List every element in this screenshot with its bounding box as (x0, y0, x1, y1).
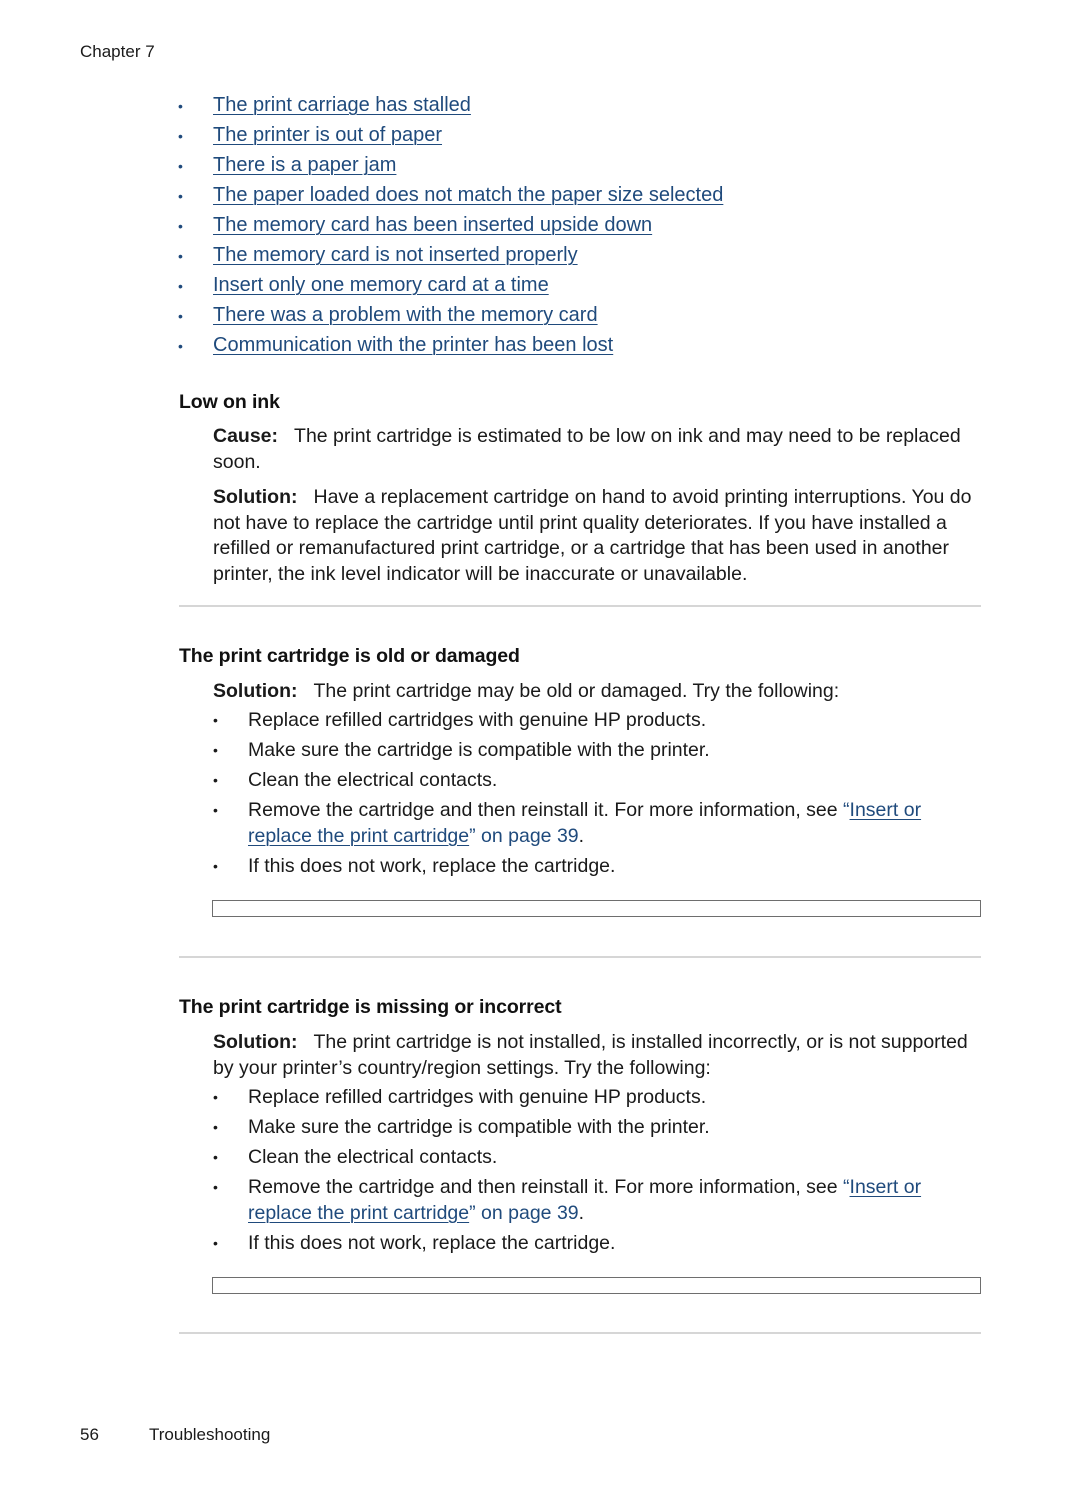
list-item: • Replace refilled cartridges with genuin… (213, 708, 983, 734)
section-title-old-or-damaged: The print cartridge is old or damaged (179, 645, 520, 667)
page-reference[interactable]: ” on page 39 (469, 825, 579, 847)
toc-item: • The memory card has been inserted upsid… (178, 212, 723, 242)
chapter-header: Chapter 7 (80, 42, 155, 61)
solution-text: Have a replacement cartridge on hand to … (213, 486, 972, 585)
cause-label: Cause: (213, 425, 279, 447)
bullet-icon: • (178, 128, 183, 144)
bullet-icon: • (178, 188, 183, 204)
solution-label: Solution: (213, 1031, 298, 1053)
toc-item: • There is a paper jam (178, 152, 723, 182)
bullet-icon: • (213, 1089, 218, 1105)
section-divider (179, 956, 981, 958)
bullet-icon: • (213, 1119, 218, 1135)
cause-text: The print cartridge is estimated to be l… (213, 425, 961, 473)
bullet-icon: • (178, 338, 183, 354)
section-divider (179, 1332, 981, 1334)
section-title-missing-or-incorrect: The print cartridge is missing or incorr… (179, 996, 562, 1018)
bullet-icon: • (178, 218, 183, 234)
list-item: • Remove the cartridge and then reinstall… (213, 798, 983, 849)
list-item: • Clean the electrical contacts. (213, 1145, 983, 1171)
solution-paragraph: Solution: The print cartridge is not inst… (213, 1030, 983, 1081)
solution-label: Solution: (213, 680, 298, 702)
related-topics-list: • The print carriage has stalled • The pri… (178, 92, 723, 362)
bullet-icon: • (178, 248, 183, 264)
bullet-icon: • (178, 308, 183, 324)
toc-item: • The memory card is not inserted properl… (178, 242, 723, 272)
bullet-icon: • (213, 712, 218, 728)
empty-table-box (212, 1277, 981, 1294)
page-number: 56 (80, 1425, 99, 1444)
list-item: • Make sure the cartridge is compatible w… (213, 1115, 983, 1141)
list-item: • If this does not work, replace the cart… (213, 1231, 983, 1257)
section-divider (179, 605, 981, 607)
list-item: • Make sure the cartridge is compatible w… (213, 738, 983, 764)
toc-link-paper-jam[interactable]: There is a paper jam (213, 152, 396, 179)
toc-link-card-not-inserted[interactable]: The memory card is not inserted properly (213, 242, 578, 269)
footer-section-title: Troubleshooting (149, 1425, 271, 1444)
toc-link-card-upside-down[interactable]: The memory card has been inserted upside… (213, 212, 652, 239)
toc-link-one-card[interactable]: Insert only one memory card at a time (213, 272, 549, 299)
solution-text: The print cartridge may be old or damage… (313, 680, 840, 702)
toc-link-paper-size-mismatch[interactable]: The paper loaded does not match the pape… (213, 182, 723, 209)
bullet-icon: • (213, 1234, 218, 1251)
bullet-icon: • (213, 772, 218, 788)
steps-list: • Replace refilled cartridges with genuin… (213, 1085, 983, 1261)
list-item: • Remove the cartridge and then reinstall… (213, 1175, 983, 1226)
steps-list: • Replace refilled cartridges with genuin… (213, 708, 983, 884)
bullet-icon: • (213, 802, 218, 818)
list-item: • Clean the electrical contacts. (213, 768, 983, 794)
section-title-low-on-ink: Low on ink (179, 391, 280, 413)
solution-text: The print cartridge is not installed, is… (213, 1031, 968, 1079)
toc-item: • Insert only one memory card at a time (178, 272, 723, 302)
bullet-icon: • (178, 98, 183, 114)
bullet-icon: • (213, 857, 218, 874)
list-item: • Replace refilled cartridges with genuin… (213, 1085, 983, 1111)
toc-item: • The print carriage has stalled (178, 92, 723, 122)
bullet-icon: • (213, 742, 218, 758)
toc-item: • The paper loaded does not match the pap… (178, 182, 723, 212)
bullet-icon: • (213, 1179, 218, 1195)
list-item: • If this does not work, replace the cart… (213, 854, 983, 880)
toc-link-out-of-paper[interactable]: The printer is out of paper (213, 122, 442, 149)
toc-link-carriage-stalled[interactable]: The print carriage has stalled (213, 92, 471, 119)
cause-paragraph: Cause: The print cartridge is estimated t… (213, 424, 983, 475)
toc-item: • There was a problem with the memory car… (178, 302, 723, 332)
toc-item: • The printer is out of paper (178, 122, 723, 152)
solution-paragraph: Solution: Have a replacement cartridge on… (213, 485, 983, 587)
bullet-icon: • (178, 278, 183, 294)
toc-link-communication-lost[interactable]: Communication with the printer has been … (213, 332, 613, 359)
bullet-icon: • (213, 1149, 218, 1165)
solution-label: Solution: (213, 486, 298, 508)
page-reference[interactable]: ” on page 39 (469, 1202, 579, 1224)
solution-paragraph: Solution: The print cartridge may be old … (213, 679, 983, 705)
empty-table-box (212, 900, 981, 917)
bullet-icon: • (178, 158, 183, 174)
toc-link-card-problem[interactable]: There was a problem with the memory card (213, 302, 598, 329)
toc-item: • Communication with the printer has been… (178, 332, 723, 362)
